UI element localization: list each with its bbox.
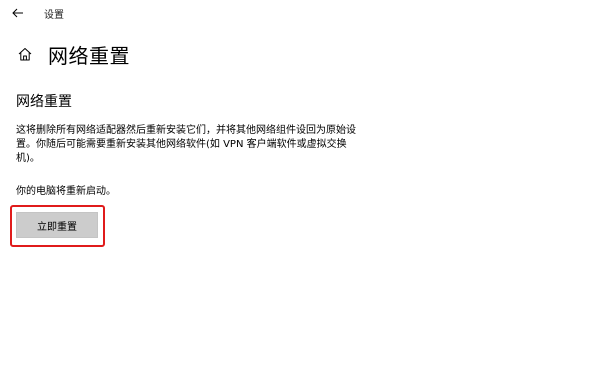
restart-note: 你的电脑将重新启动。 — [16, 186, 116, 197]
settings-window: 设置 网络重置 网络重置 这将删除所有网络适配器然后重新安装它们，并将其他网络组… — [0, 0, 600, 380]
description-text: 这将删除所有网络适配器然后重新安装它们，并将其他网络组件设回为原始设置。你随后可… — [16, 125, 356, 164]
window-title: 设置 — [44, 10, 64, 21]
back-arrow-icon — [12, 8, 23, 18]
back-button[interactable] — [8, 4, 28, 22]
page-title: 网络重置 — [48, 43, 130, 68]
title-bar: 设置 — [0, 0, 600, 28]
home-icon[interactable] — [16, 45, 34, 63]
section-title: 网络重置 — [16, 94, 72, 110]
page-header: 网络重置 — [16, 40, 130, 68]
reset-now-button[interactable]: 立即重置 — [16, 212, 98, 238]
